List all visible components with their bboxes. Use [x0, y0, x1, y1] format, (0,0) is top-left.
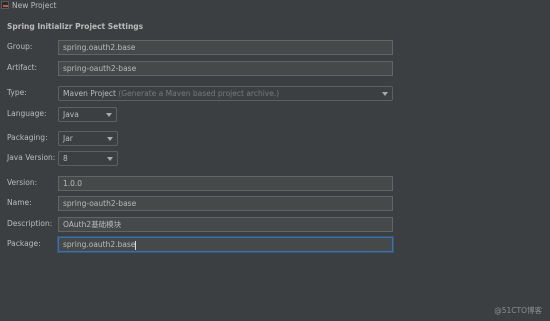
intellij-app-icon: [1, 1, 9, 9]
artifact-label: Artifact:: [7, 63, 38, 72]
text-caret: [135, 240, 137, 250]
language-select-value: Java: [63, 110, 79, 119]
description-field[interactable]: OAuth2基础模块: [58, 217, 393, 232]
section-title: Spring Initializr Project Settings: [7, 22, 144, 31]
version-field[interactable]: 1.0.0: [58, 176, 393, 191]
packaging-label: Packaging:: [7, 133, 48, 142]
package-field[interactable]: spring.oauth2.base: [58, 237, 393, 252]
title-bar: New Project: [0, 0, 550, 12]
name-label: Name:: [7, 198, 32, 207]
type-select-value: Maven Project: [63, 89, 116, 98]
language-label: Language:: [7, 109, 47, 118]
version-label: Version:: [7, 178, 38, 187]
java-version-select[interactable]: 8: [58, 151, 118, 166]
java-version-label: Java Version:: [7, 153, 56, 162]
group-field[interactable]: spring.oauth2.base: [58, 40, 393, 55]
packaging-select[interactable]: Jar: [58, 131, 118, 146]
packaging-select-value: Jar: [63, 134, 73, 143]
java-version-select-value: 8: [63, 154, 68, 163]
type-select-hint: (Generate a Maven based project archive.…: [118, 89, 280, 98]
chevron-down-icon: [107, 157, 113, 161]
watermark: @51CTO博客: [494, 306, 542, 315]
chevron-down-icon: [107, 137, 113, 141]
group-label: Group:: [7, 42, 33, 51]
type-select[interactable]: Maven Project (Generate a Maven based pr…: [58, 86, 393, 101]
type-label: Type:: [7, 88, 27, 97]
artifact-field[interactable]: spring-oauth2-base: [58, 61, 393, 76]
package-label: Package:: [7, 239, 41, 248]
language-select[interactable]: Java: [58, 107, 117, 122]
description-label: Description:: [7, 219, 53, 228]
chevron-down-icon: [382, 92, 388, 96]
name-field[interactable]: spring-oauth2-base: [58, 196, 393, 211]
package-field-value: spring.oauth2.base: [63, 240, 136, 249]
window-title: New Project: [12, 1, 57, 10]
chevron-down-icon: [106, 113, 112, 117]
